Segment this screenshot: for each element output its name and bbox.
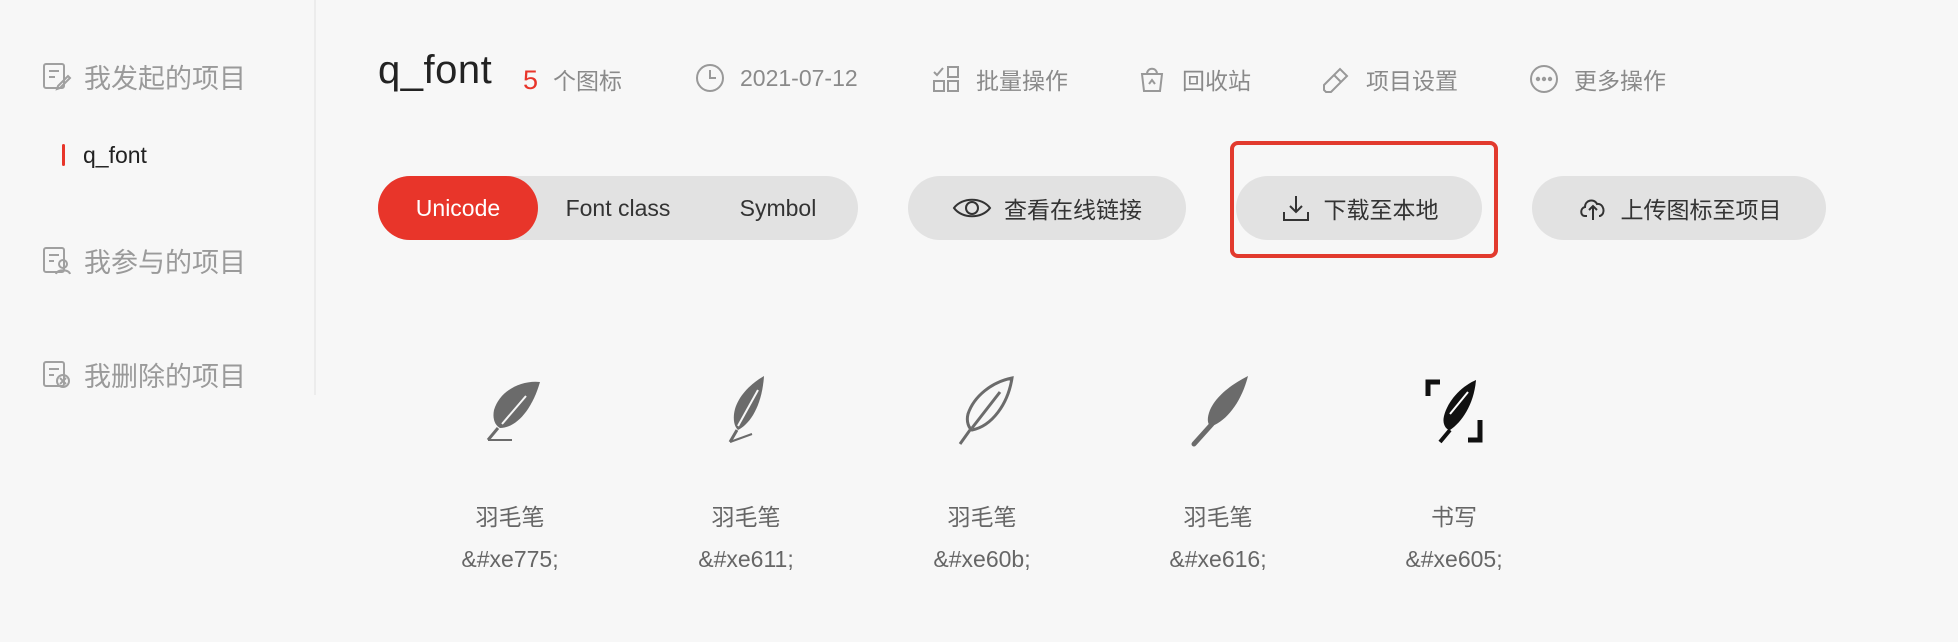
project-user-icon <box>40 244 72 276</box>
more-dots-icon <box>1528 63 1560 95</box>
icon-code: &#xe611; <box>698 546 794 572</box>
created-date-label: 2021-07-12 <box>740 64 858 91</box>
basket-icon <box>1136 63 1168 95</box>
sidebar-my-projects-label: 我发起的项目 <box>84 63 246 94</box>
feather-icon <box>1118 370 1318 450</box>
project-settings-label: 项目设置 <box>1366 68 1458 94</box>
icon-name: 羽毛笔 <box>711 504 781 530</box>
code-format-tabs: Unicode Font class Symbol <box>378 176 858 240</box>
batch-grid-icon <box>930 63 962 95</box>
project-edit-icon <box>40 60 72 92</box>
tab-symbol[interactable]: Symbol <box>698 176 858 240</box>
sidebar-item-label: q_font <box>83 141 147 168</box>
sidebar-joined-projects[interactable]: 我参与的项目 <box>40 240 246 280</box>
icon-code: &#xe60b; <box>933 546 1031 572</box>
batch-operation-label: 批量操作 <box>976 68 1068 94</box>
icon-name: 羽毛笔 <box>1183 504 1253 530</box>
sidebar-my-projects[interactable]: 我发起的项目 <box>40 56 246 96</box>
icon-name: 羽毛笔 <box>475 504 545 530</box>
icon-count-number: 5 <box>523 65 539 95</box>
recycle-bin-label: 回收站 <box>1182 68 1251 94</box>
icon-card[interactable]: 书写 &#xe605; <box>1354 370 1554 573</box>
eraser-icon <box>1320 63 1352 95</box>
view-online-link-label: 查看在线链接 <box>1004 197 1142 223</box>
cloud-upload-icon <box>1577 192 1609 224</box>
project-settings-button[interactable]: 项目设置 <box>1320 62 1458 96</box>
icon-count-unit: 个图标 <box>553 68 623 94</box>
active-indicator <box>62 144 65 166</box>
icon-code: &#xe605; <box>1405 546 1503 572</box>
feather-outline-icon <box>882 370 1082 450</box>
recycle-bin-button[interactable]: 回收站 <box>1136 62 1251 96</box>
sidebar-deleted-projects-label: 我删除的项目 <box>84 361 246 392</box>
eye-icon <box>952 192 992 224</box>
created-date: 2021-07-12 <box>694 62 858 94</box>
more-actions-label: 更多操作 <box>1574 68 1666 94</box>
icon-card[interactable]: 羽毛笔 &#xe616; <box>1118 370 1318 573</box>
icon-code: &#xe616; <box>1169 546 1267 572</box>
more-actions-button[interactable]: 更多操作 <box>1528 62 1666 96</box>
icon-count: 5 个图标 <box>523 62 622 96</box>
sidebar-deleted-projects[interactable]: 我删除的项目 <box>40 354 246 394</box>
tab-font-class[interactable]: Font class <box>538 176 698 240</box>
project-title: q_font <box>378 48 493 92</box>
sidebar: 我发起的项目 q_font 我参与的项目 我删除的项目 <box>0 0 316 395</box>
feather-icon <box>410 370 610 450</box>
batch-operation-button[interactable]: 批量操作 <box>930 62 1068 96</box>
upload-icons-label: 上传图标至项目 <box>1620 197 1782 223</box>
writing-icon <box>1354 370 1554 450</box>
feather-icon <box>646 370 846 450</box>
icon-card[interactable]: 羽毛笔 &#xe775; <box>410 370 610 573</box>
icon-name: 书写 <box>1431 504 1477 530</box>
tab-unicode[interactable]: Unicode <box>378 176 538 240</box>
download-highlight-box <box>1230 141 1498 258</box>
sidebar-item-q-font[interactable]: q_font <box>62 140 147 170</box>
icon-card[interactable]: 羽毛笔 &#xe60b; <box>882 370 1082 573</box>
icon-card[interactable]: 羽毛笔 &#xe611; <box>646 370 846 573</box>
upload-icons-button[interactable]: 上传图标至项目 <box>1532 176 1826 240</box>
sidebar-joined-projects-label: 我参与的项目 <box>84 247 246 278</box>
clock-icon <box>694 62 726 94</box>
icon-name: 羽毛笔 <box>947 504 1017 530</box>
project-deleted-icon <box>40 358 72 390</box>
view-online-link-button[interactable]: 查看在线链接 <box>908 176 1186 240</box>
icon-code: &#xe775; <box>461 546 559 572</box>
